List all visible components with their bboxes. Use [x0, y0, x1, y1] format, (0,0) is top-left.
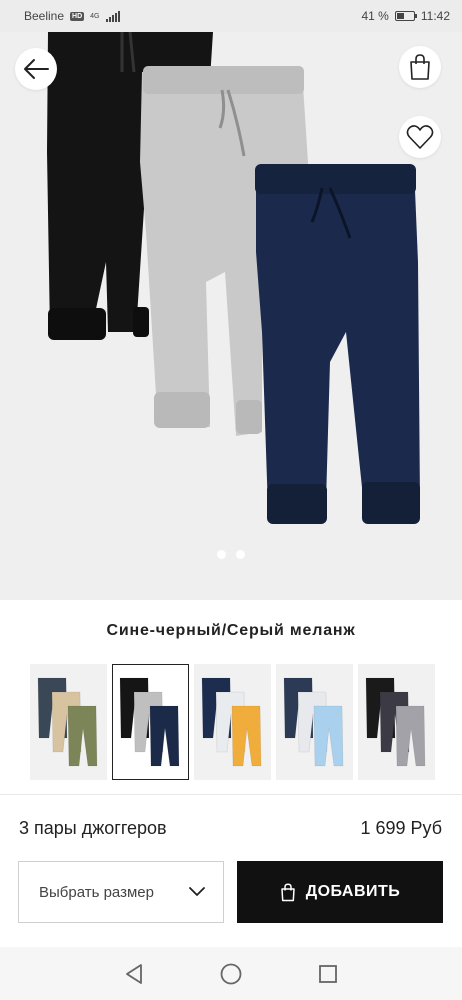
- navy-pants-image: [255, 164, 420, 524]
- battery-percent: 41 %: [361, 9, 389, 23]
- color-swatches: [30, 664, 435, 780]
- carrier-name: Beeline: [24, 9, 65, 23]
- size-select-label: Выбрать размер: [39, 883, 154, 901]
- product-photo: [47, 32, 420, 524]
- back-button[interactable]: [15, 48, 57, 90]
- network-type: 4G: [90, 12, 100, 20]
- heart-icon: [406, 125, 434, 149]
- add-to-cart-button[interactable]: ДОБАВИТЬ: [237, 861, 443, 923]
- battery-icon: [394, 11, 417, 21]
- swatch-thumbnail: [37, 677, 98, 767]
- product-image-gallery[interactable]: [0, 32, 462, 600]
- product-price: 1 699 Руб: [360, 818, 442, 838]
- selected-color-name: Сине-черный/Серый меланж: [106, 622, 356, 639]
- add-to-cart-label: ДОБАВИТЬ: [305, 883, 401, 900]
- cart-button[interactable]: [399, 46, 441, 88]
- swatch-thumbnail: [201, 677, 262, 767]
- pagination-dot-2[interactable]: [236, 550, 245, 559]
- signal-icon: [105, 10, 120, 22]
- swatch-pants-3: [313, 705, 344, 767]
- swatch-pants-3: [231, 705, 262, 767]
- square-recents-icon[interactable]: [318, 964, 338, 984]
- clock: 11:42: [420, 9, 450, 23]
- system-nav-bar: [0, 947, 462, 1000]
- swatch-thumbnail: [283, 677, 344, 767]
- divider: [0, 794, 462, 795]
- triangle-back-icon[interactable]: [124, 963, 144, 985]
- swatch-thumbnail: [119, 677, 180, 767]
- size-select[interactable]: Выбрать размер: [18, 861, 224, 923]
- pagination-dot-1[interactable]: [217, 550, 226, 559]
- swatch-pants-3: [149, 705, 180, 767]
- color-swatch-3[interactable]: [194, 664, 271, 780]
- swatch-pants-3: [395, 705, 426, 767]
- swatch-pants-3: [67, 705, 98, 767]
- color-swatch-2[interactable]: [112, 664, 189, 780]
- color-swatch-1[interactable]: [30, 664, 107, 780]
- color-swatch-4[interactable]: [276, 664, 353, 780]
- shopping-bag-icon: [410, 54, 430, 80]
- arrow-left-icon: [24, 59, 49, 79]
- gallery-pagination: [0, 550, 462, 559]
- swatch-thumbnail: [365, 677, 426, 767]
- product-name: 3 пары джоггеров: [19, 818, 167, 838]
- color-swatch-5[interactable]: [358, 664, 435, 780]
- chevron-down-icon: [189, 887, 205, 896]
- circle-home-icon[interactable]: [220, 963, 242, 985]
- shopping-bag-icon: [280, 882, 295, 901]
- favorite-button[interactable]: [399, 116, 441, 158]
- hd-badge: HD: [70, 11, 85, 21]
- status-bar: Beeline HD 4G 41 % 11:42: [0, 0, 462, 32]
